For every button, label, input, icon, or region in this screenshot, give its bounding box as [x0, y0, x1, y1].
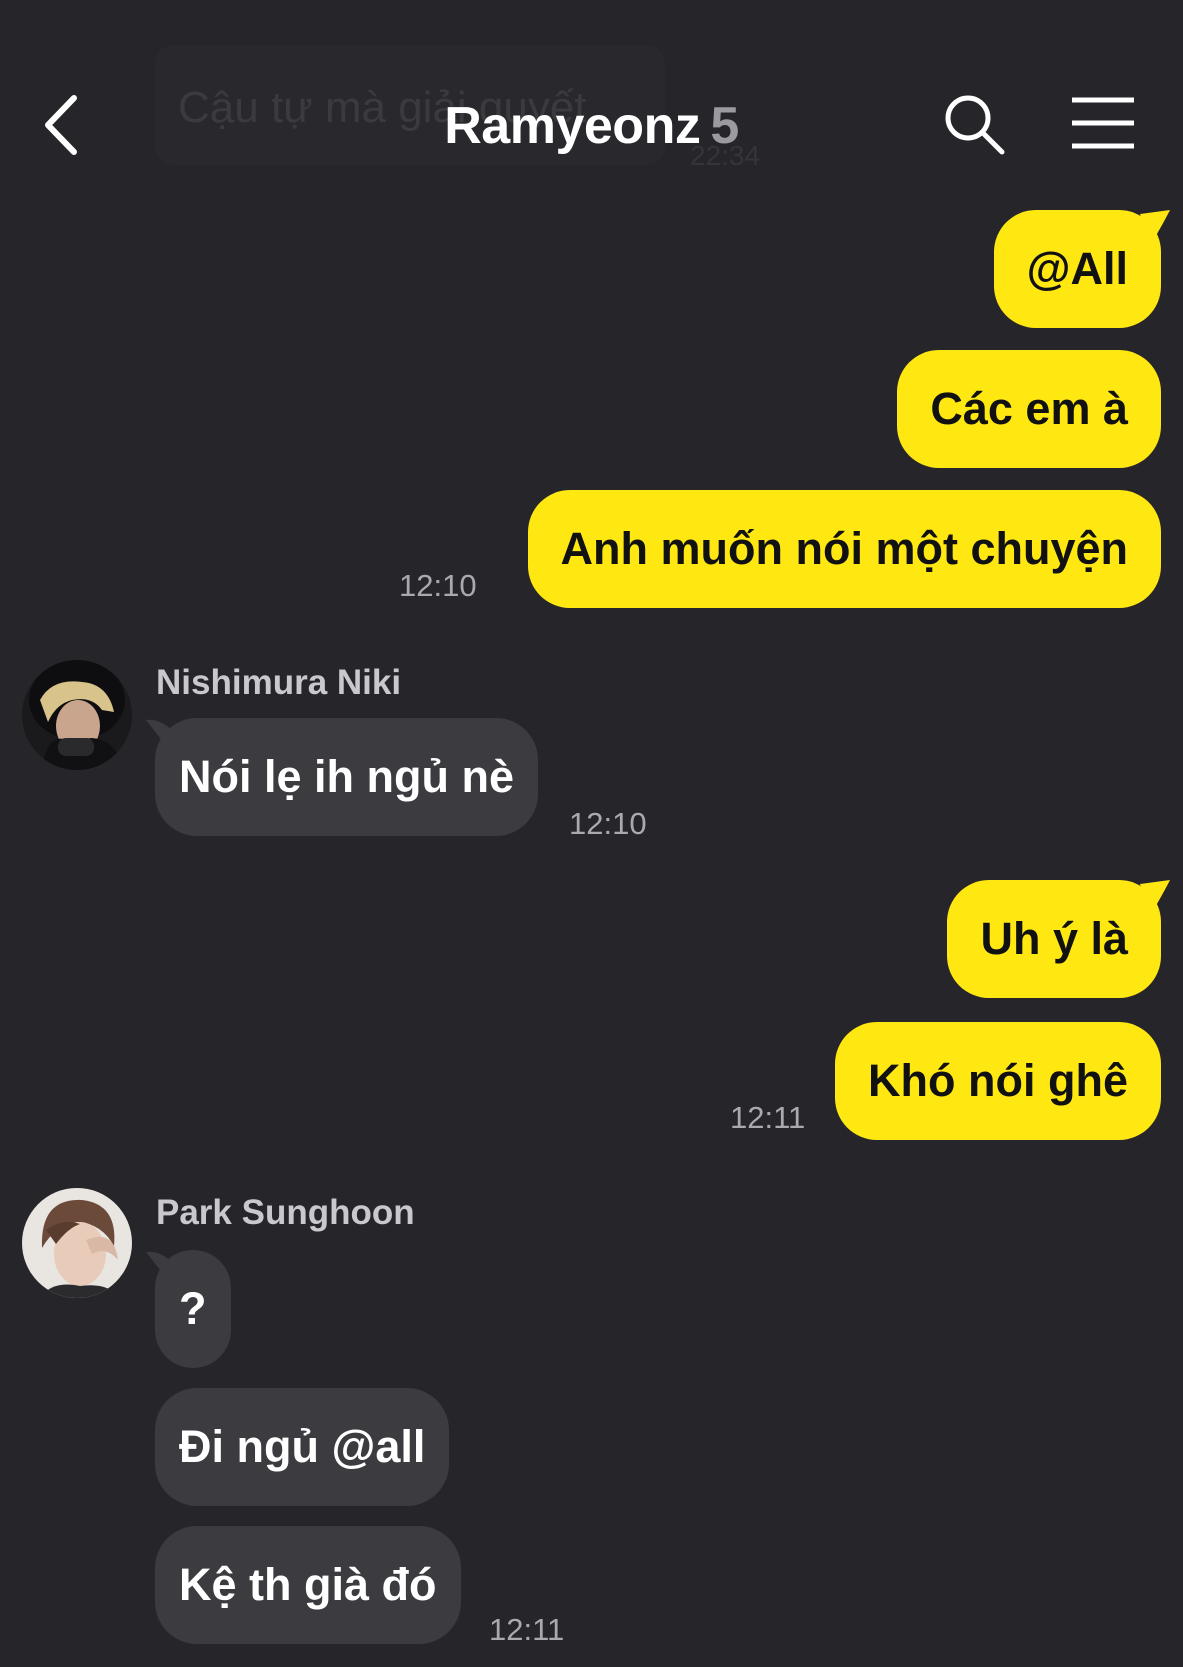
search-icon[interactable] — [940, 90, 1010, 160]
message-text: Các em à — [930, 383, 1128, 434]
message-timestamp: 12:11 — [730, 1100, 806, 1135]
message-timestamp: 12:10 — [569, 806, 647, 841]
message-text: Khó nói ghê — [868, 1055, 1128, 1106]
their-message-bubble[interactable]: Kệ th già đó — [155, 1526, 461, 1644]
message-text: Anh muốn nói một chuyện — [560, 523, 1128, 574]
sender-name: Park Sunghoon — [156, 1193, 415, 1232]
hamburger-menu-icon[interactable] — [1068, 94, 1138, 154]
my-message-bubble[interactable]: Uh ý là — [947, 880, 1161, 998]
message-text: ? — [179, 1283, 207, 1334]
their-message-bubble[interactable]: ? — [155, 1250, 231, 1368]
my-message-bubble[interactable]: @All — [993, 210, 1161, 328]
their-message-bubble[interactable]: Nói lẹ ih ngủ nè — [155, 718, 538, 836]
avatar-park-sunghoon[interactable] — [22, 1188, 132, 1298]
my-message-bubble[interactable]: Khó nói ghê — [835, 1022, 1161, 1140]
my-message-bubble[interactable]: Các em à — [897, 350, 1161, 468]
message-timestamp: 12:11 — [489, 1612, 565, 1647]
avatar-nishimura-niki[interactable] — [22, 660, 132, 770]
sender-name: Nishimura Niki — [156, 663, 402, 702]
message-text: Kệ th già đó — [179, 1559, 437, 1610]
my-message-bubble[interactable]: Anh muốn nói một chuyện — [527, 490, 1161, 608]
member-count: 5 — [710, 97, 739, 155]
their-message-bubble[interactable]: Đi ngủ @all — [155, 1388, 450, 1506]
chat-header: Ramyeonz 5 — [0, 70, 1183, 180]
message-timestamp: 12:10 — [399, 568, 477, 603]
message-text: Đi ngủ @all — [179, 1421, 426, 1472]
chat-name: Ramyeonz — [444, 97, 701, 155]
message-text: @All — [1026, 243, 1128, 294]
message-text: Nói lẹ ih ngủ nè — [179, 751, 514, 802]
message-text: Uh ý là — [980, 913, 1128, 964]
